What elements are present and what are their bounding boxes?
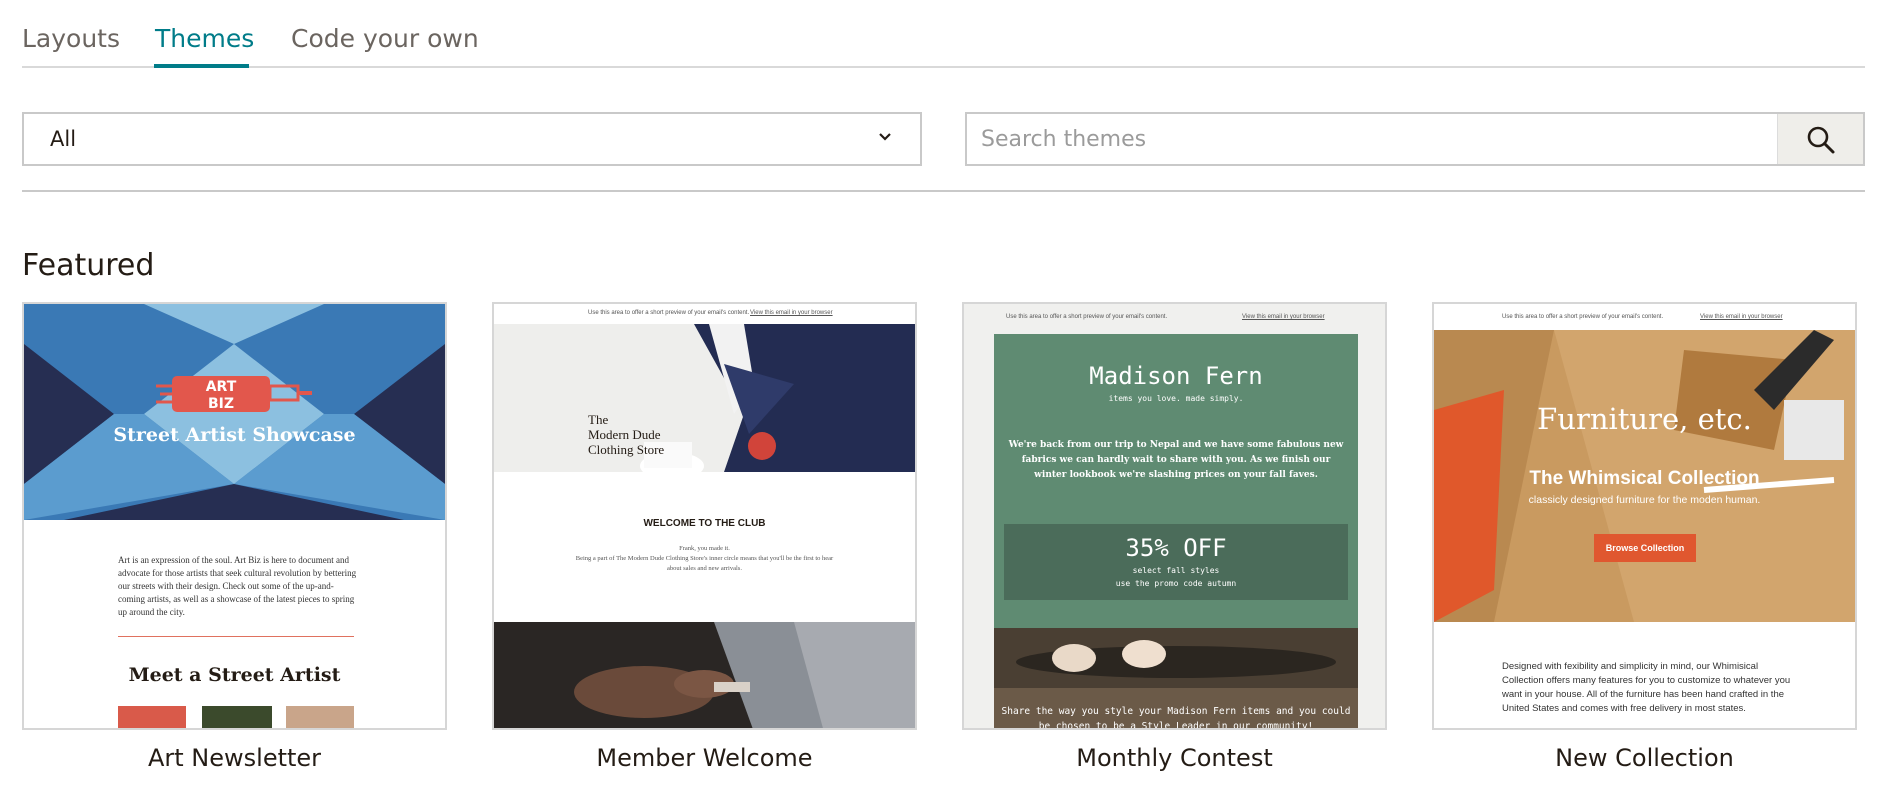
browser-link: View this email in your browser <box>1242 314 1325 320</box>
tab-layouts[interactable]: Layouts <box>22 24 120 53</box>
svg-text:ART: ART <box>206 379 237 395</box>
theme-card-member-welcome[interactable]: Use this area to offer a short preview o… <box>492 302 917 730</box>
browser-link: View this email in your browser <box>1700 314 1783 320</box>
browse-collection-button: Browse Collection <box>1594 534 1696 562</box>
promo-code: use the promo code autumn <box>1115 579 1237 588</box>
category-select-value: All <box>50 127 77 151</box>
card-label[interactable]: New Collection <box>1432 744 1857 772</box>
card-hero-caption: classicly designed furniture for the mod… <box>1528 494 1761 506</box>
tab-code-your-own[interactable]: Code your own <box>291 24 479 53</box>
card-body-text: We're back from our trip to Nepal and we… <box>1008 440 1344 480</box>
card-hero-image: Furniture, etc. The Whimsical Collection… <box>1434 330 1855 622</box>
card-body-text: Designed with fexibility and simplicity … <box>1502 661 1791 714</box>
divider-line <box>118 636 354 637</box>
theme-card-monthly-contest[interactable]: Use this area to offer a short preview o… <box>962 302 1387 730</box>
brand-name: Madison Fern <box>1089 362 1263 390</box>
search-box <box>965 112 1865 166</box>
artist-thumbnail <box>286 706 354 728</box>
search-input[interactable] <box>967 114 1779 164</box>
card-body-text: Frank, you made it. Being a part of The … <box>575 545 834 572</box>
theme-card-new-collection[interactable]: Use this area to offer a short preview o… <box>1432 302 1857 730</box>
card-label[interactable]: Art Newsletter <box>22 744 447 772</box>
card-heading: WELCOME TO THE CLUB <box>643 518 766 529</box>
art-biz-logo: ART BIZ <box>156 376 312 412</box>
email-panel: Madison Fern items you love. made simply… <box>994 334 1358 728</box>
promo-line: select fall styles <box>1132 566 1220 575</box>
search-icon <box>1807 126 1835 154</box>
card-label[interactable]: Member Welcome <box>492 744 917 772</box>
chevron-down-icon <box>879 133 891 141</box>
card-hero-title: Furniture, etc. <box>1537 402 1752 436</box>
preheader-text: Use this area to offer a short preview o… <box>1502 314 1664 320</box>
tab-themes[interactable]: Themes <box>155 24 254 53</box>
svg-text:BIZ: BIZ <box>208 396 234 412</box>
store-brand: The Modern Dude Clothing Store <box>588 412 665 457</box>
artist-thumbnail <box>118 706 186 728</box>
card-label[interactable]: Monthly Contest <box>962 744 1387 772</box>
promo-box: 35% OFF select fall styles use the promo… <box>1004 524 1348 600</box>
suit-photo <box>494 324 915 472</box>
preheader-text: Use this area to offer a short preview o… <box>588 310 750 316</box>
category-select[interactable]: All <box>22 112 922 166</box>
card-subheading: Meet a Street Artist <box>128 664 341 686</box>
browser-link: View this email in your browser <box>750 310 833 316</box>
card-hero-title: Street Artist Showcase <box>113 424 356 446</box>
artist-thumbnail <box>202 706 272 728</box>
section-divider <box>22 190 1865 192</box>
card-body-text: Art is an expression of the soul. Art Bi… <box>118 555 357 617</box>
promo-title: 35% OFF <box>1125 534 1227 562</box>
active-tab-indicator <box>154 64 249 68</box>
phone-photo <box>494 622 915 728</box>
share-text: Share the way you style your Madison Fer… <box>1001 706 1351 728</box>
card-hero-subtitle: The Whimsical Collection <box>1529 468 1760 489</box>
hat-photo: Share the way you style your Madison Fer… <box>994 628 1358 728</box>
tab-bar: Layouts Themes Code your own <box>22 0 1865 68</box>
section-title: Featured <box>22 248 155 283</box>
brand-tagline: items you love. made simply. <box>1108 394 1244 403</box>
card-hero-image: The Modern Dude Clothing Store <box>494 324 915 472</box>
theme-card-art-newsletter[interactable]: ART BIZ Street Artist Showcase Art is an… <box>22 302 447 730</box>
preheader-text: Use this area to offer a short preview o… <box>1006 314 1168 320</box>
search-button[interactable] <box>1777 114 1863 164</box>
card-hero-image: ART BIZ Street Artist Showcase <box>24 304 445 520</box>
